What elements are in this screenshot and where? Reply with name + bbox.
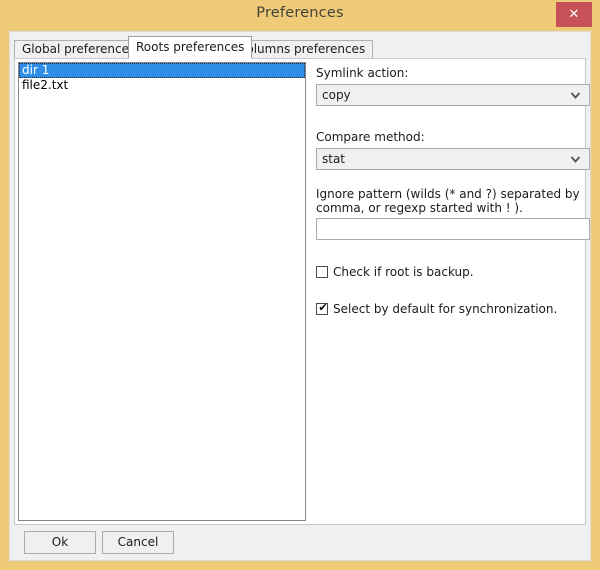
ignore-pattern-label: Ignore pattern (wilds (* and ?) separate… <box>316 187 580 215</box>
roots-preferences-panel: dir 1 file2.txt Symlink action: copy Com… <box>14 58 590 525</box>
compare-method-select[interactable]: stat <box>316 148 590 170</box>
check-root-backup-label: Check if root is backup. <box>333 265 474 279</box>
preferences-window: Preferences ✕ Global preferences Roots p… <box>0 0 600 570</box>
window-title: Preferences <box>256 5 344 21</box>
compare-method-value: stat <box>322 152 346 166</box>
close-icon: ✕ <box>568 7 580 22</box>
root-options-pane: Symlink action: copy Compare method: sta… <box>310 62 590 521</box>
dialog-client-area: Global preferences Roots preferences Col… <box>9 31 591 561</box>
list-item[interactable]: file2.txt <box>19 78 305 93</box>
cancel-button[interactable]: Cancel <box>102 531 174 554</box>
chevron-down-icon <box>570 149 581 169</box>
select-default-sync-checkbox[interactable]: ✔ <box>316 301 328 315</box>
check-root-backup-checkbox[interactable]: ✔ <box>316 266 328 278</box>
symlink-action-value: copy <box>322 88 351 102</box>
tab-strip: Global preferences Roots preferences Col… <box>14 36 586 59</box>
title-bar: Preferences ✕ <box>0 0 600 31</box>
select-default-sync-label: Select by default for synchronization. <box>333 302 558 316</box>
ignore-pattern-input[interactable] <box>316 218 590 240</box>
roots-list[interactable]: dir 1 file2.txt <box>18 62 306 521</box>
checkmark-icon: ✔ <box>318 301 328 314</box>
chevron-down-icon <box>570 85 581 105</box>
compare-method-label: Compare method: <box>316 130 425 144</box>
tab-roots-preferences[interactable]: Roots preferences <box>128 36 253 59</box>
tab-global-preferences[interactable]: Global preferences <box>14 40 144 58</box>
list-item[interactable]: dir 1 <box>19 63 305 78</box>
ok-button[interactable]: Ok <box>24 531 96 554</box>
close-button[interactable]: ✕ <box>556 2 592 27</box>
symlink-action-label: Symlink action: <box>316 66 409 80</box>
symlink-action-select[interactable]: copy <box>316 84 590 106</box>
